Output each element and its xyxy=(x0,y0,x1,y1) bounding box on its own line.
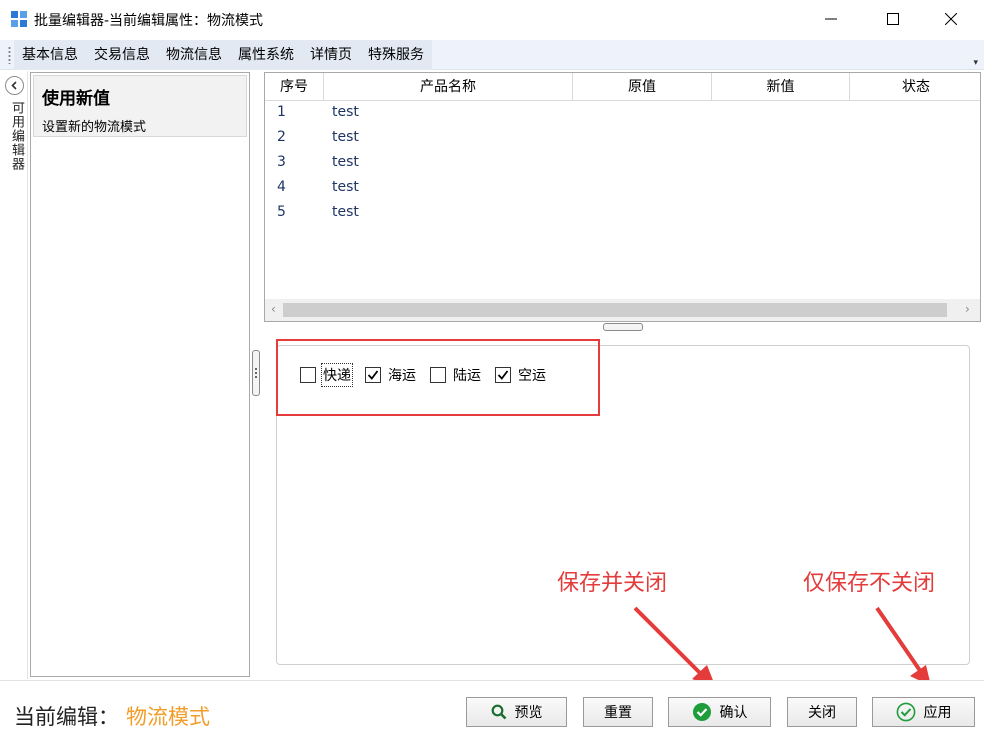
reset-label: 重置 xyxy=(604,705,632,721)
apply-button[interactable]: 应用 xyxy=(872,697,975,727)
close-button[interactable]: 关闭 xyxy=(787,697,857,727)
apply-label: 应用 xyxy=(923,705,952,721)
confirm-button[interactable]: 确认 xyxy=(668,697,771,727)
reset-button[interactable]: 重置 xyxy=(583,697,653,727)
preview-label: 预览 xyxy=(514,705,543,721)
current-edit-value: 物流模式 xyxy=(126,705,210,729)
confirm-label: 确认 xyxy=(719,705,748,721)
arrow-icon xyxy=(633,606,716,688)
check-circle-icon xyxy=(692,702,712,722)
preview-button[interactable]: 预览 xyxy=(466,697,567,727)
footer-bar: 当前编辑： 物流模式 预览 重置 确认 关闭 应用 xyxy=(0,680,984,742)
close-label: 关闭 xyxy=(808,705,836,721)
check-circle-outline-icon xyxy=(896,702,916,722)
current-edit-label: 当前编辑： xyxy=(14,705,119,729)
arrow-icon xyxy=(875,606,931,686)
annotation-arrows xyxy=(633,606,931,688)
search-icon xyxy=(491,704,507,720)
